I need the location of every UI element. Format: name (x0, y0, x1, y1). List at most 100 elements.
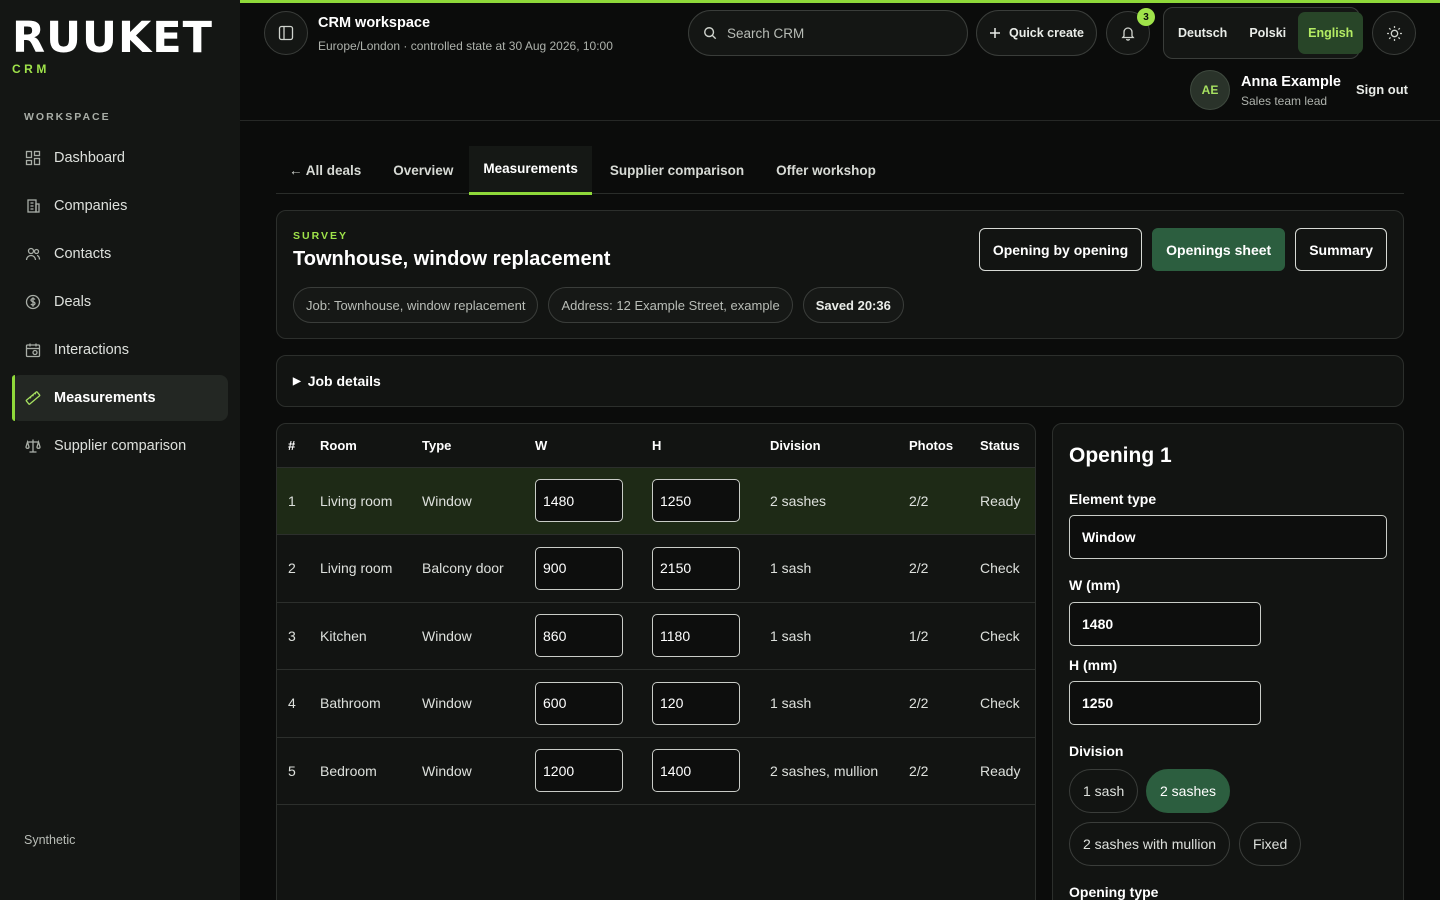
openings-sheet-button[interactable]: Openings sheet (1152, 228, 1286, 271)
row-number: 2 (277, 534, 320, 602)
quick-create-label: Quick create (1008, 26, 1085, 40)
opening-detail-panel: Opening 1 Element type W (mm) H (mm) Div… (1052, 423, 1404, 900)
opening-title: Opening 1 (1069, 444, 1172, 467)
column-header[interactable]: Status (980, 424, 1035, 467)
sidebar-item-supplier-comparison[interactable]: Supplier comparison (12, 423, 228, 469)
row-type: Window (422, 466, 535, 535)
search-icon (704, 27, 717, 40)
sidebar-item-dashboard[interactable]: Dashboard (12, 135, 228, 181)
openings-table: # Room Type W H Division Photos Status 1… (276, 423, 1036, 900)
row-photos: 2/2 (909, 534, 980, 602)
saved-status-chip: Saved 20:36 (802, 287, 904, 323)
opening-by-opening-button[interactable]: Opening by opening (978, 228, 1143, 271)
column-header[interactable]: H (652, 424, 770, 467)
tab-label: Overview (393, 162, 454, 178)
sidebar-footer: Synthetic (24, 833, 76, 847)
row-division: 1 sash (770, 669, 909, 737)
height-field[interactable] (1069, 681, 1261, 725)
search-input[interactable] (727, 25, 947, 41)
table-row[interactable]: 4 Bathroom Window 1 sash 2/2 Check (277, 669, 1035, 737)
sidebar-item-interactions[interactable]: Interactions (12, 327, 228, 373)
sidebar-item-label: Measurements (54, 390, 156, 406)
width-input[interactable] (535, 749, 623, 793)
row-type: Window (422, 601, 535, 670)
sidebar-item-label: Dashboard (54, 150, 125, 166)
tab-all-deals[interactable]: ← All deals (276, 146, 377, 194)
table-row[interactable]: 3 Kitchen Window 1 sash 1/2 Check (277, 601, 1035, 670)
page-title: Townhouse, window replacement (293, 248, 611, 270)
division-option-2-sashes-mullion[interactable]: 2 sashes with mullion (1069, 822, 1231, 866)
quick-create-button[interactable]: Quick create (976, 10, 1097, 56)
language-polski[interactable]: Polski (1239, 12, 1296, 54)
plus-icon (989, 28, 1000, 38)
search-box[interactable] (688, 10, 968, 56)
row-photos: 1/2 (909, 601, 980, 670)
ruler-icon (24, 389, 42, 407)
tab-label: Measurements (483, 160, 578, 176)
users-icon (24, 245, 42, 263)
job-chip: Job: Townhouse, window replacement (293, 287, 539, 323)
width-input[interactable] (535, 614, 623, 658)
column-header[interactable]: Room (320, 424, 422, 467)
tab-supplier-comparison[interactable]: Supplier comparison (592, 146, 760, 194)
sidebar-toggle-button[interactable] (264, 11, 308, 55)
height-input[interactable] (652, 479, 740, 523)
width-field[interactable] (1069, 602, 1261, 646)
height-input[interactable] (652, 749, 740, 793)
opening-type-label: Opening type (1069, 884, 1159, 900)
row-status: Ready (980, 466, 1035, 535)
sidebar-item-companies[interactable]: Companies (12, 183, 228, 229)
division-option-2-sashes[interactable]: 2 sashes (1146, 769, 1231, 813)
row-status: Check (980, 601, 1035, 670)
element-type-label: Element type (1069, 491, 1157, 507)
sign-out-link[interactable]: Sign out (1356, 82, 1408, 97)
summary-button[interactable]: Summary (1295, 228, 1387, 271)
brand-logo[interactable]: RUUKET CRM (12, 16, 213, 76)
tab-overview[interactable]: Overview (377, 146, 469, 194)
table-row[interactable]: 5 Bedroom Window 2 sashes, mullion 2/2 R… (277, 736, 1035, 805)
caret-right-icon: ▶ (293, 375, 301, 387)
width-input[interactable] (535, 546, 623, 590)
language-deutsch[interactable]: Deutsch (1168, 12, 1237, 54)
element-type-field[interactable] (1069, 515, 1387, 559)
top-header: CRM workspace Europe/London · controlled… (240, 3, 1440, 121)
column-header[interactable]: Type (422, 424, 535, 467)
sidebar: RUUKET CRM WORKSPACE Dashboard Companies… (0, 0, 240, 900)
language-english[interactable]: English (1298, 12, 1364, 54)
theme-toggle-button[interactable] (1372, 11, 1416, 55)
notification-count-badge: 3 (1137, 8, 1155, 26)
height-input[interactable] (652, 681, 740, 725)
sidebar-item-measurements[interactable]: Measurements (12, 375, 228, 421)
dashboard-icon (24, 149, 42, 167)
sidebar-item-contacts[interactable]: Contacts (12, 231, 228, 277)
height-input[interactable] (652, 614, 740, 658)
survey-chips: Job: Townhouse, window replacement Addre… (293, 287, 904, 323)
column-header[interactable]: W (535, 424, 652, 467)
workspace-title: CRM workspace (318, 15, 431, 31)
height-input[interactable] (652, 546, 740, 590)
column-header[interactable]: Division (770, 424, 909, 467)
sidebar-item-deals[interactable]: Deals (12, 279, 228, 325)
row-status: Check (980, 534, 1035, 602)
row-room: Living room (320, 466, 422, 535)
tab-measurements[interactable]: Measurements (469, 146, 592, 195)
job-details-toggle[interactable]: ▶ Job details (276, 355, 1404, 407)
survey-card: SURVEY Townhouse, window replacement Job… (276, 210, 1404, 339)
bell-icon (1121, 27, 1135, 41)
table-row[interactable]: 2 Living room Balcony door 1 sash 2/2 Ch… (277, 534, 1035, 602)
notifications-button[interactable]: 3 (1106, 8, 1155, 55)
deal-tabs: ← All deals Overview Measurements Suppli… (276, 146, 1404, 195)
width-input[interactable] (535, 681, 623, 725)
tab-offer-workshop[interactable]: Offer workshop (760, 146, 892, 194)
sidebar-item-label: Companies (54, 198, 128, 214)
column-header[interactable]: # (277, 424, 320, 467)
division-option-fixed[interactable]: Fixed (1239, 822, 1302, 866)
column-header[interactable]: Photos (909, 424, 980, 467)
division-label: Division (1069, 743, 1124, 759)
division-option-1-sash[interactable]: 1 sash (1069, 769, 1139, 813)
table-row[interactable]: 1 Living room Window 2 sashes 2/2 Ready (277, 466, 1035, 535)
avatar[interactable]: AE (1190, 70, 1230, 110)
row-photos: 2/2 (909, 736, 980, 805)
width-input[interactable] (535, 479, 623, 523)
row-status: Check (980, 669, 1035, 737)
